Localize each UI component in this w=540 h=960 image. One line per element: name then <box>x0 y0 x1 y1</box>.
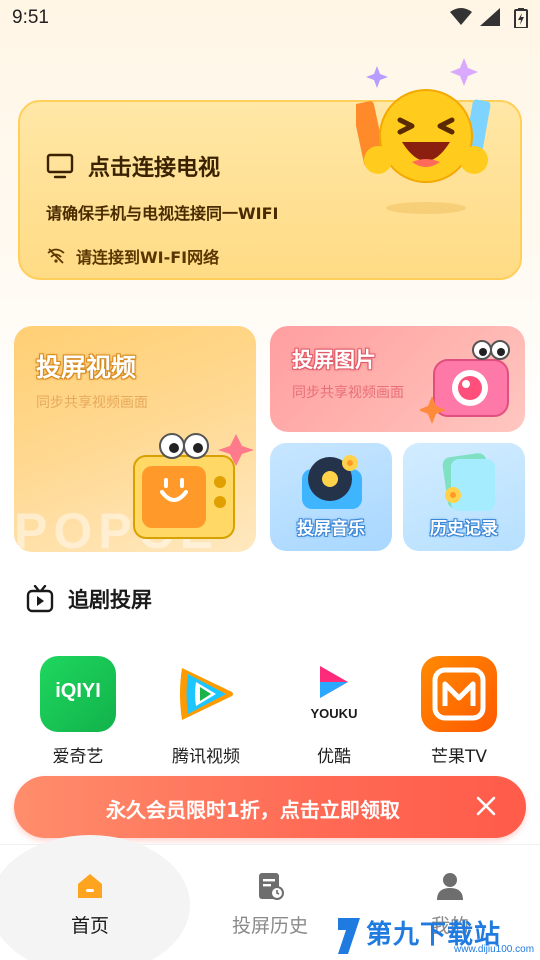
cast-music-title: 投屏音乐 <box>297 519 365 539</box>
nav-home-label: 首页 <box>70 915 109 937</box>
app-mango-tv[interactable]: 芒果TV <box>409 656 509 767</box>
video-apps-row: iQIYI 爱奇艺 腾讯视频 YOUKU 优酷 芒果TV <box>0 656 540 767</box>
app-label: 爱奇艺 <box>52 747 104 767</box>
history-title: 历史记录 <box>430 519 498 539</box>
history-doc-icon <box>259 873 284 900</box>
home-icon <box>78 874 102 898</box>
iqiyi-logo-text: iQIYI <box>55 680 101 702</box>
nav-cast-history[interactable]: 投屏历史 <box>210 871 330 938</box>
close-icon[interactable] <box>472 792 500 820</box>
status-time: 9:51 <box>12 7 49 28</box>
promo-text: 永久会员限时1折，点击立即领取 <box>106 798 400 822</box>
camera-mascot-icon <box>420 340 510 424</box>
nav-history-label: 投屏历史 <box>231 915 308 937</box>
drama-cast-section-header: 追剧投屏 <box>26 584 152 614</box>
retro-tv-mascot-icon <box>133 433 254 539</box>
wifi-hint: 请连接到WI-FI网络 <box>76 248 220 267</box>
vinyl-record-icon <box>302 455 362 509</box>
watermark-url: www.dijiu100.com <box>454 944 535 955</box>
app-label: 芒果TV <box>430 747 487 767</box>
vip-promo-banner[interactable]: 永久会员限时1折，点击立即领取 <box>14 776 526 838</box>
youku-logo-text: YOUKU <box>310 706 358 721</box>
app-label: 优酷 <box>317 747 351 767</box>
watermark-logo-icon <box>338 918 360 954</box>
cast-video-subtitle: 同步共享视频画面 <box>36 395 148 411</box>
wifi-hint-row: 请连接到WI-FI网络 <box>46 244 219 268</box>
cast-video-card[interactable]: 投屏视频 同步共享视频画面 POPCE <box>14 326 256 552</box>
app-label: 腾讯视频 <box>172 747 240 767</box>
status-bar: 9:51 <box>0 0 540 36</box>
wifi-off-icon <box>47 248 65 264</box>
laughing-emoji-illustration <box>352 58 496 218</box>
person-icon <box>437 873 463 900</box>
cast-image-subtitle: 同步共享视频画面 <box>292 385 404 401</box>
history-record-icon <box>442 453 495 511</box>
history-card[interactable]: 历史记录 <box>403 443 525 551</box>
cast-image-title: 投屏图片 <box>292 348 376 372</box>
signal-icon <box>480 8 500 26</box>
connect-title: 点击连接电视 <box>88 156 221 181</box>
tv-icon <box>46 153 74 179</box>
cast-music-card[interactable]: 投屏音乐 <box>270 443 392 551</box>
cast-image-card[interactable]: 投屏图片 同步共享视频画面 <box>270 326 525 432</box>
mango-tv-icon <box>421 656 497 732</box>
tencent-video-icon <box>168 656 244 732</box>
tv-play-icon <box>26 585 54 613</box>
iqiyi-icon: iQIYI <box>40 656 116 732</box>
connect-description: 请确保手机与电视连接同一WIFI <box>46 204 279 223</box>
connect-title-row: 点击连接电视 <box>46 150 220 182</box>
cast-video-title: 投屏视频 <box>36 353 137 382</box>
wifi-icon <box>450 8 472 25</box>
app-tencent-video[interactable]: 腾讯视频 <box>156 656 256 767</box>
nav-home[interactable]: 首页 <box>30 871 150 938</box>
site-watermark: 第九下载站 www.dijiu100.com <box>334 914 534 960</box>
app-iqiyi[interactable]: iQIYI 爱奇艺 <box>28 656 128 767</box>
section-title: 追剧投屏 <box>68 588 152 612</box>
battery-charging-icon <box>514 8 528 28</box>
status-icons <box>450 8 500 26</box>
app-youku[interactable]: YOUKU 优酷 <box>284 656 384 767</box>
youku-icon: YOUKU <box>296 656 372 732</box>
